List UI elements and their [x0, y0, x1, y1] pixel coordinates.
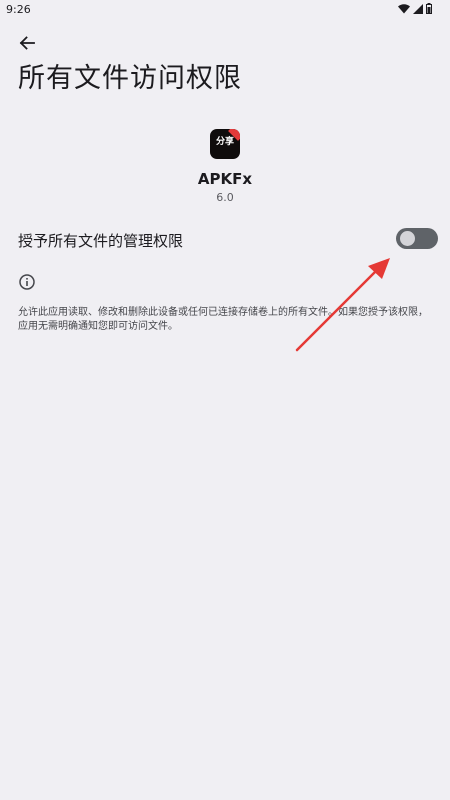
arrow-back-icon	[19, 36, 35, 50]
info-icon	[18, 273, 36, 291]
status-icons	[398, 3, 432, 14]
status-time: 9:26	[6, 3, 31, 16]
status-bar: 9:26	[0, 0, 450, 18]
all-files-access-setting[interactable]: 授予所有文件的管理权限	[0, 218, 450, 262]
annotation-arrow	[295, 258, 390, 352]
app-icon: 分享	[210, 129, 240, 159]
app-icon-text: 分享	[215, 137, 234, 147]
battery-icon	[426, 3, 432, 14]
back-button[interactable]	[16, 32, 38, 54]
toggle-thumb	[400, 231, 415, 246]
page-title: 所有文件访问权限	[18, 63, 242, 94]
permission-description: 允许此应用读取、修改和删除此设备或任何已连接存储卷上的所有文件。如果您授予该权限…	[18, 307, 428, 332]
setting-label: 授予所有文件的管理权限	[18, 232, 184, 250]
app-version: 6.0	[216, 191, 234, 204]
app-name: APKFx	[197, 170, 253, 188]
permission-toggle[interactable]	[396, 228, 438, 249]
signal-icon	[413, 3, 423, 14]
wifi-icon	[398, 3, 410, 14]
